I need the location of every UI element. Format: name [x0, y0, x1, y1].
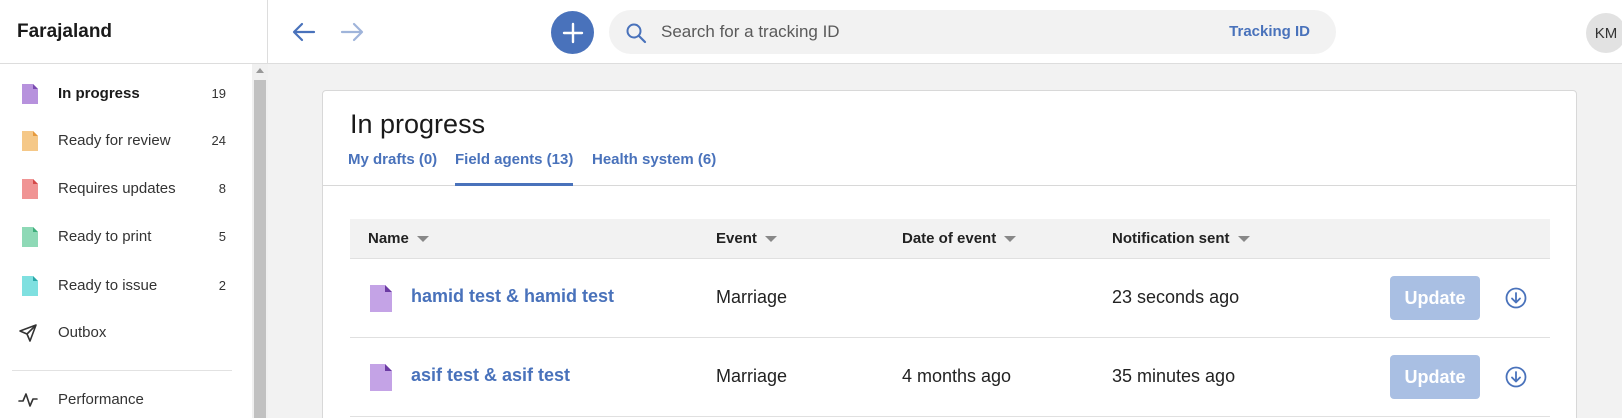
- event-cell: Marriage: [716, 287, 788, 307]
- column-header-label: Date of event: [902, 230, 997, 247]
- scrollbar-thumb[interactable]: [254, 80, 266, 418]
- download-icon[interactable]: [1505, 287, 1527, 309]
- column-header-label: Event: [716, 230, 757, 247]
- sidebar-item-count: 8: [218, 181, 226, 196]
- document-icon: [370, 364, 392, 391]
- sidebar-item-requires-updates[interactable]: Requires updates 8: [0, 164, 252, 213]
- search-bar: Tracking ID: [609, 10, 1336, 54]
- column-header-label: Name: [368, 230, 409, 247]
- sort-caret-icon: [1237, 235, 1250, 242]
- column-header-name[interactable]: Name: [368, 230, 429, 247]
- tab-my-drafts[interactable]: My drafts (0): [348, 151, 437, 186]
- sidebar-item-label: Ready for review: [58, 132, 171, 149]
- sidebar-item-in-progress[interactable]: In progress 19: [0, 69, 252, 118]
- sidebar-item-ready-to-print[interactable]: Ready to print 5: [0, 212, 252, 261]
- sort-caret-icon: [764, 235, 777, 242]
- activity-icon: [18, 392, 38, 407]
- column-header-date-of-event[interactable]: Date of event: [902, 230, 1017, 247]
- sort-caret-icon: [416, 235, 429, 242]
- sidebar-item-label: Ready to print: [58, 228, 152, 245]
- update-button[interactable]: Update: [1390, 355, 1480, 399]
- update-button[interactable]: Update: [1390, 276, 1480, 320]
- tab-bar: My drafts (0) Field agents (13) Health s…: [323, 151, 1576, 186]
- sidebar-item-label: Ready to issue: [58, 277, 158, 294]
- forward-arrow-icon[interactable]: [338, 18, 366, 46]
- document-icon: [22, 178, 38, 199]
- event-cell: Marriage: [716, 366, 788, 386]
- app-title: Farajaland: [0, 0, 267, 64]
- record-name-link[interactable]: hamid test & hamid test: [411, 286, 614, 307]
- sidebar-item-outbox[interactable]: Outbox: [0, 308, 252, 357]
- notification-sent-cell: 35 minutes ago: [1112, 366, 1236, 386]
- download-icon[interactable]: [1505, 366, 1527, 388]
- sidebar-item-count: 2: [218, 278, 226, 293]
- search-input[interactable]: [661, 10, 1181, 54]
- send-icon: [19, 323, 37, 342]
- sidebar-item-count: 5: [218, 229, 226, 244]
- notification-sent-cell: 23 seconds ago: [1112, 287, 1240, 307]
- sidebar-item-label: In progress: [58, 85, 140, 102]
- sidebar-scrollbar[interactable]: [252, 64, 268, 418]
- document-icon: [22, 226, 38, 247]
- document-icon: [22, 83, 38, 104]
- sort-caret-icon: [1004, 235, 1017, 242]
- document-icon: [22, 275, 38, 296]
- sidebar-item-count: 19: [211, 86, 226, 101]
- document-icon: [370, 285, 392, 312]
- tab-health-system[interactable]: Health system (6): [592, 151, 716, 186]
- table-header: Name Event Date of event Notification se…: [350, 219, 1550, 259]
- search-icon: [626, 23, 647, 44]
- column-header-label: Notification sent: [1112, 230, 1230, 247]
- search-type-selector[interactable]: Tracking ID: [1229, 23, 1310, 40]
- sidebar-divider: [12, 370, 232, 371]
- column-header-event[interactable]: Event: [716, 230, 777, 247]
- sidebar-item-count: 24: [211, 133, 226, 148]
- column-header-notification-sent[interactable]: Notification sent: [1112, 230, 1250, 247]
- scroll-up-arrow-icon[interactable]: [256, 68, 264, 73]
- tab-field-agents[interactable]: Field agents (13): [455, 151, 574, 186]
- record-name-link[interactable]: asif test & asif test: [411, 365, 570, 386]
- sidebar-item-performance[interactable]: Performance: [0, 375, 252, 418]
- sidebar-item-ready-for-review[interactable]: Ready for review 24: [0, 116, 252, 165]
- page-title: In progress: [350, 109, 486, 139]
- back-arrow-icon[interactable]: [290, 18, 318, 46]
- document-icon: [22, 130, 38, 151]
- sidebar-item-label: Requires updates: [58, 180, 176, 197]
- sidebar-item-label: Performance: [58, 391, 144, 408]
- add-button[interactable]: [551, 11, 594, 54]
- avatar[interactable]: KM: [1586, 13, 1622, 53]
- sidebar: Farajaland In progress 19 Ready for revi…: [0, 0, 268, 418]
- table-row: asif test & asif test Marriage 4 months …: [350, 338, 1550, 417]
- sidebar-item-label: Outbox: [58, 324, 107, 341]
- top-bar: Tracking ID KM: [268, 0, 1622, 64]
- date-of-event-cell: 4 months ago: [902, 366, 1012, 386]
- workqueue-card: In progress My drafts (0) Field agents (…: [322, 90, 1577, 418]
- table-row: hamid test & hamid test Marriage 23 seco…: [350, 259, 1550, 338]
- sidebar-item-ready-to-issue[interactable]: Ready to issue 2: [0, 261, 252, 310]
- plus-icon: [562, 22, 583, 43]
